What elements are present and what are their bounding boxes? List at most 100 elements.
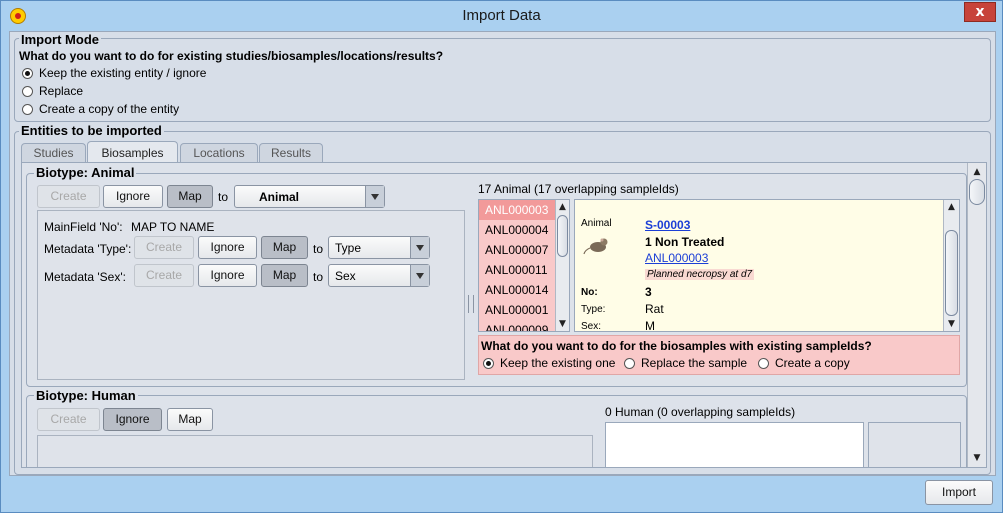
radio-dot-selected[interactable] bbox=[22, 67, 33, 79]
tab-results[interactable]: Results bbox=[259, 143, 323, 162]
tab-biosamples[interactable]: Biosamples bbox=[87, 141, 178, 163]
scroll-up-icon[interactable]: ▲ bbox=[968, 165, 986, 179]
select-value: Sex bbox=[335, 269, 356, 283]
human-map-button[interactable]: Map bbox=[167, 408, 213, 431]
import-mode-title: Import Mode bbox=[19, 32, 101, 47]
detail-no-value: 3 bbox=[645, 285, 652, 299]
animal-sample-list[interactable]: ANL000003 ANL000004 ANL000007 ANL000011 ANL0… bbox=[478, 199, 570, 332]
meta-type-map-button[interactable]: Map bbox=[261, 236, 308, 259]
animal-create-button[interactable]: Create bbox=[37, 185, 100, 208]
select-value: Type bbox=[335, 241, 362, 255]
meta-sex-target-select[interactable]: Sex bbox=[328, 264, 430, 287]
meta-sex-label: Metadata 'Sex': bbox=[44, 270, 126, 284]
scroll-down-icon[interactable]: ▼ bbox=[944, 317, 959, 331]
animal-summary: 17 Animal (17 overlapping sampleIds) bbox=[478, 182, 679, 196]
scroll-thumb[interactable] bbox=[969, 179, 985, 205]
tab-locations[interactable]: Locations bbox=[180, 143, 258, 162]
radio-replace[interactable]: Replace bbox=[22, 84, 83, 98]
tab-studies[interactable]: Studies bbox=[21, 143, 86, 162]
meta-type-ignore-button[interactable]: Ignore bbox=[198, 236, 257, 259]
sample-list-item[interactable]: ANL000003 bbox=[479, 200, 555, 220]
mainfield-value: MAP TO NAME bbox=[131, 220, 215, 234]
detail-sex-label: Sex: bbox=[581, 321, 602, 332]
radio-create-copy-sample[interactable]: Create a copy bbox=[758, 356, 850, 370]
meta-sex-create-button[interactable]: Create bbox=[134, 264, 194, 287]
meta-type-create-button[interactable]: Create bbox=[134, 236, 194, 259]
radio-dot[interactable] bbox=[22, 85, 33, 97]
existing-question: What do you want to do for the biosample… bbox=[481, 339, 872, 353]
human-mapping-panel bbox=[37, 435, 593, 467]
sample-list-item[interactable]: ANL000001 bbox=[479, 300, 555, 320]
detail-note: Planned necropsy at d7 bbox=[645, 269, 755, 280]
detail-scrollbar[interactable]: ▲ ▼ bbox=[943, 200, 959, 331]
scroll-down-icon[interactable]: ▼ bbox=[556, 317, 569, 331]
radio-dot-selected[interactable] bbox=[483, 357, 494, 369]
sample-list-item[interactable]: ANL000011 bbox=[479, 260, 555, 280]
radio-label: Replace the sample bbox=[641, 356, 748, 370]
existing-sample-options: What do you want to do for the biosample… bbox=[478, 335, 960, 375]
human-sample-list[interactable] bbox=[605, 422, 864, 467]
human-create-button[interactable]: Create bbox=[37, 408, 100, 431]
radio-dot[interactable] bbox=[22, 103, 33, 115]
human-summary: 0 Human (0 overlapping sampleIds) bbox=[605, 405, 796, 419]
animal-target-select[interactable]: Animal bbox=[234, 185, 385, 208]
sample-detail-panel: Animal S-00003 1 Non Treated ANL000003 P… bbox=[574, 199, 960, 332]
animal-title: Biotype: Animal bbox=[34, 165, 137, 180]
animal-to-label: to bbox=[218, 190, 229, 204]
scroll-thumb[interactable] bbox=[557, 215, 568, 257]
sample-list-item[interactable]: ANL000004 bbox=[479, 220, 555, 240]
radio-replace-sample[interactable]: Replace the sample bbox=[624, 356, 747, 370]
meta-sex-ignore-button[interactable]: Ignore bbox=[198, 264, 257, 287]
radio-label: Keep the existing entity / ignore bbox=[39, 66, 207, 80]
human-title: Biotype: Human bbox=[34, 388, 138, 403]
radio-label: Create a copy of the entity bbox=[39, 102, 180, 116]
animal-mapping-panel: MainField 'No': MAP TO NAME Metadata 'Ty… bbox=[37, 210, 465, 380]
animal-ignore-button[interactable]: Ignore bbox=[103, 185, 163, 208]
detail-type-label: Type: bbox=[581, 304, 606, 315]
import-mode-question: What do you want to do for existing stud… bbox=[19, 49, 444, 63]
window-title: Import Data bbox=[462, 7, 541, 24]
meta-type-to-label: to bbox=[313, 242, 324, 256]
radio-dot[interactable] bbox=[758, 357, 769, 369]
meta-sex-map-button[interactable]: Map bbox=[261, 264, 308, 287]
radio-label: Replace bbox=[39, 84, 84, 98]
sample-list-item[interactable]: ANL000007 bbox=[479, 240, 555, 260]
import-data-window: Import Data x Import Mode What do you wa… bbox=[0, 0, 1003, 513]
detail-no-label: No: bbox=[581, 287, 598, 298]
detail-sampleid-link[interactable]: ANL000003 bbox=[645, 251, 708, 265]
human-detail-panel bbox=[868, 422, 961, 467]
close-button[interactable]: x bbox=[964, 2, 996, 22]
meta-sex-to-label: to bbox=[313, 270, 324, 284]
select-value: Animal bbox=[259, 190, 300, 204]
detail-kind: Animal bbox=[581, 218, 612, 229]
radio-create-copy[interactable]: Create a copy of the entity bbox=[22, 102, 179, 116]
scroll-up-icon[interactable]: ▲ bbox=[556, 200, 569, 214]
animal-map-button[interactable]: Map bbox=[167, 185, 213, 208]
mainfield-label: MainField 'No': bbox=[44, 220, 123, 234]
chevron-down-icon bbox=[410, 237, 429, 258]
meta-type-target-select[interactable]: Type bbox=[328, 236, 430, 259]
detail-sex-value: M bbox=[645, 319, 655, 332]
sample-list-scrollbar[interactable]: ▲ ▼ bbox=[555, 200, 569, 331]
meta-type-label: Metadata 'Type': bbox=[44, 242, 132, 256]
biosamples-scrollbar[interactable]: ▲ ▼ bbox=[967, 163, 986, 467]
sample-list-item[interactable]: ANL000014 bbox=[479, 280, 555, 300]
scroll-thumb[interactable] bbox=[945, 230, 958, 316]
scroll-up-icon[interactable]: ▲ bbox=[944, 200, 959, 214]
radio-keep-existing[interactable]: Keep the existing entity / ignore bbox=[22, 66, 206, 80]
sample-list-item[interactable]: ANL000009 bbox=[479, 320, 555, 331]
radio-label: Create a copy bbox=[775, 356, 850, 370]
title-bar[interactable]: Import Data x bbox=[1, 1, 1002, 31]
biosamples-tab-panel: Biotype: Animal Create Ignore Map to Ani… bbox=[21, 162, 987, 468]
detail-study-link[interactable]: S-00003 bbox=[645, 218, 690, 232]
import-button[interactable]: Import bbox=[925, 480, 993, 505]
chevron-down-icon bbox=[365, 186, 384, 207]
entities-title: Entities to be imported bbox=[19, 123, 164, 138]
detail-type-value: Rat bbox=[645, 302, 664, 316]
split-pane-divider-handle[interactable] bbox=[468, 295, 474, 313]
radio-label: Keep the existing one bbox=[500, 356, 616, 370]
radio-dot[interactable] bbox=[624, 357, 635, 369]
radio-keep-existing-sample[interactable]: Keep the existing one bbox=[483, 356, 615, 370]
human-ignore-button[interactable]: Ignore bbox=[103, 408, 162, 431]
scroll-down-icon[interactable]: ▼ bbox=[968, 451, 986, 465]
